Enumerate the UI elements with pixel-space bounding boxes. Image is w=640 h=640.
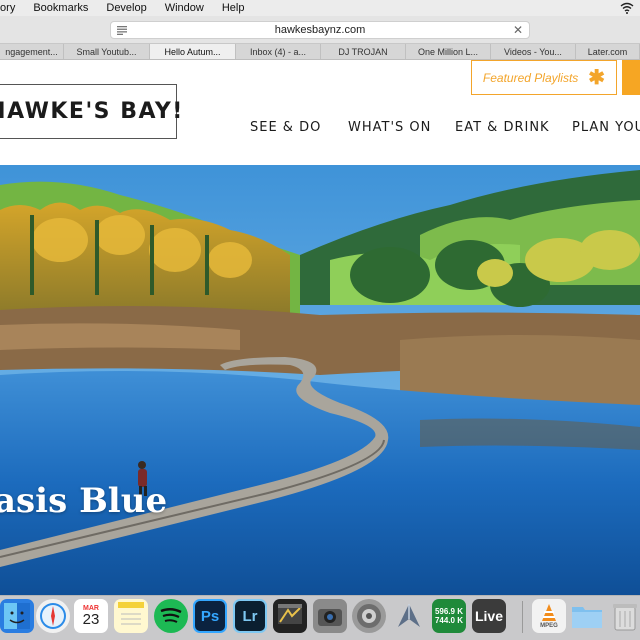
photo-booth-icon[interactable] bbox=[313, 599, 347, 633]
lightroom-label: Lr bbox=[242, 607, 258, 625]
featured-playlists-label: Featured Playlists bbox=[482, 70, 579, 85]
close-icon[interactable]: ✕ bbox=[513, 23, 523, 37]
notes-icon[interactable] bbox=[114, 599, 148, 633]
calendar-icon[interactable]: MAR 23 bbox=[74, 599, 108, 633]
tab-hello-autumn[interactable]: Hello Autum... bbox=[150, 44, 236, 59]
photoshop-label: Ps bbox=[200, 607, 220, 625]
wifi-icon[interactable] bbox=[620, 2, 634, 14]
dock-separator bbox=[522, 601, 523, 633]
tab-later[interactable]: Later.com bbox=[576, 44, 640, 59]
nav-whats-on[interactable]: WHAT'S ON bbox=[348, 120, 431, 135]
nav-eat-drink[interactable]: EAT & DRINK bbox=[455, 120, 550, 135]
lightroom-icon[interactable]: Lr bbox=[233, 599, 267, 633]
url-text[interactable]: hawkesbaynz.com bbox=[275, 24, 366, 36]
spotify-icon[interactable] bbox=[154, 599, 188, 633]
reader-icon[interactable] bbox=[117, 26, 127, 35]
orange-menu-button[interactable] bbox=[622, 60, 640, 95]
final-cut-icon[interactable] bbox=[273, 599, 307, 633]
menu-window[interactable]: Window bbox=[156, 2, 213, 14]
tab-small-youtube[interactable]: Small Youtub... bbox=[64, 44, 150, 59]
vlc-caption: MPEG bbox=[540, 623, 558, 629]
nav-see-do[interactable]: SEE & DO bbox=[250, 120, 321, 135]
menu-help[interactable]: Help bbox=[213, 2, 254, 14]
system-preferences-icon[interactable] bbox=[352, 599, 386, 633]
menu-bookmarks[interactable]: Bookmarks bbox=[24, 2, 97, 14]
hero-landscape-image bbox=[0, 165, 640, 595]
ableton-live-icon[interactable]: Live bbox=[472, 599, 506, 633]
menu-history[interactable]: tory bbox=[0, 2, 24, 14]
network-up-value: 596.9 K bbox=[434, 607, 464, 616]
browser-toolbar: hawkesbaynz.com ✕ bbox=[0, 16, 640, 43]
address-bar[interactable]: hawkesbaynz.com ✕ bbox=[110, 21, 530, 39]
tab-bar: ngagement... Small Youtub... Hello Autum… bbox=[0, 43, 640, 60]
nav-plan-your[interactable]: PLAN YOUR bbox=[572, 120, 640, 135]
dock: MAR 23 Ps Lr 596.9 K 744.0 K Live MPEG bbox=[0, 595, 640, 640]
logo-text: HAWKE'S BAY! bbox=[0, 99, 184, 124]
tab-engagement[interactable]: ngagement... bbox=[0, 44, 64, 59]
trash-icon[interactable] bbox=[608, 599, 640, 633]
hero-banner[interactable]: asis Blue bbox=[0, 165, 640, 595]
ableton-live-label: Live bbox=[474, 608, 503, 624]
menu-bar: tory Bookmarks Develop Window Help bbox=[0, 0, 640, 16]
calendar-day: 23 bbox=[82, 611, 100, 628]
folder-icon[interactable] bbox=[570, 599, 604, 633]
network-down-value: 744.0 K bbox=[434, 616, 464, 625]
site-logo[interactable]: HAWKE'S BAY! bbox=[0, 84, 182, 139]
photoshop-icon[interactable]: Ps bbox=[193, 599, 227, 633]
menu-develop[interactable]: Develop bbox=[97, 2, 155, 14]
tab-videos-youtube[interactable]: Videos - You... bbox=[491, 44, 576, 59]
clip-icon[interactable] bbox=[392, 599, 426, 633]
hero-title: asis Blue bbox=[0, 481, 168, 521]
site-header: HAWKE'S BAY! Featured Playlists ✱ SEE & … bbox=[0, 60, 640, 165]
finder-icon[interactable] bbox=[0, 599, 34, 633]
tab-one-million[interactable]: One Million L... bbox=[406, 44, 491, 59]
tab-inbox[interactable]: Inbox (4) - a... bbox=[236, 44, 321, 59]
vlc-icon[interactable]: MPEG bbox=[532, 599, 566, 633]
featured-playlists-button[interactable]: Featured Playlists ✱ bbox=[471, 60, 617, 95]
safari-icon[interactable] bbox=[36, 599, 70, 633]
asterisk-icon: ✱ bbox=[588, 66, 606, 89]
tab-dj-trojan[interactable]: DJ TROJAN bbox=[321, 44, 406, 59]
network-monitor-icon[interactable]: 596.9 K 744.0 K bbox=[432, 599, 466, 633]
